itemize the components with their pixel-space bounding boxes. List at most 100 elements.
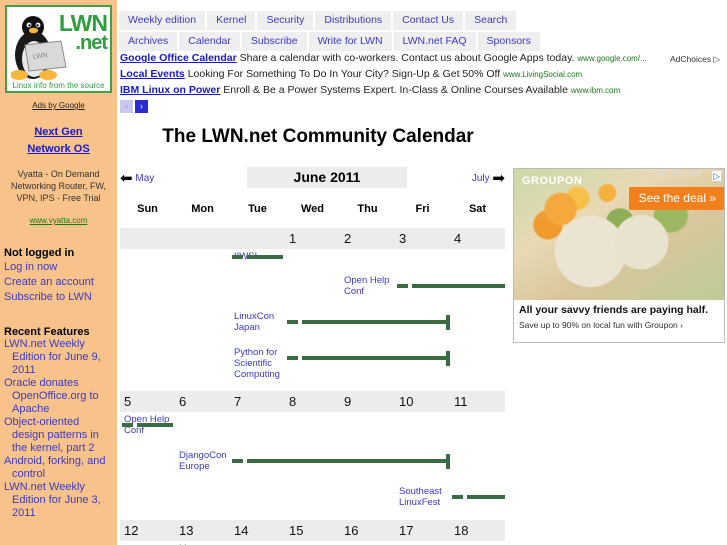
day-cell[interactable]: 17 <box>395 520 450 541</box>
nav-item-write-for-lwn[interactable]: Write for LWN <box>308 32 392 51</box>
day-number-row: 12 13 14 15 16 17 18 <box>120 520 505 541</box>
event-label[interactable]: LinuxCon Japan <box>234 311 283 333</box>
page-root: LWN LWN .net Linux info from the source … <box>0 0 727 545</box>
adchoices-icon[interactable]: ▷ <box>712 171 721 181</box>
text-ad-url[interactable]: www.ibm.com <box>571 86 620 95</box>
nav-row-secondary: Archives Calendar Subscribe Write for LW… <box>119 32 719 51</box>
event-bar <box>137 423 173 427</box>
ads-by-google-label[interactable]: Ads by Google <box>0 101 117 110</box>
calendar-event: Python for Scientific Computing <box>120 345 505 391</box>
nav-item-kernel[interactable]: Kernel <box>207 11 256 30</box>
sidebar-link-create-account[interactable]: Create an account <box>4 275 117 289</box>
day-cell[interactable]: 7 <box>230 391 285 412</box>
feature-link[interactable]: LWN.net Weekly Edition for June 3, 2011 <box>4 481 117 520</box>
day-cell[interactable]: 6 <box>175 391 230 412</box>
feature-link[interactable]: LWN.net Weekly Edition for June 9, 2011 <box>4 338 117 377</box>
event-label[interactable]: Python for Scientific Computing <box>234 347 283 380</box>
event-bar <box>412 284 505 288</box>
sidebar-ad-body: Vyatta - On Demand Networking Router, FW… <box>10 169 107 203</box>
see-the-deal-button[interactable]: See the deal » <box>628 187 724 210</box>
day-cell-empty <box>230 228 285 249</box>
day-cell[interactable]: 16 <box>340 520 395 541</box>
nav-item-distributions[interactable]: Distributions <box>315 11 392 30</box>
day-cell[interactable]: 5 <box>120 391 175 412</box>
day-cell[interactable]: 3 <box>395 228 450 249</box>
text-ad-item[interactable]: Local Events Looking For Something To Do… <box>120 67 720 82</box>
day-cell[interactable]: 14 <box>230 520 285 541</box>
day-cell[interactable]: 9 <box>340 391 395 412</box>
day-cell[interactable]: 4 <box>450 228 505 249</box>
sidebar-ad-url[interactable]: www.vyatta.com <box>0 216 117 225</box>
next-ad-icon[interactable]: › <box>135 100 148 113</box>
event-end-cap <box>446 351 450 366</box>
event-label[interactable]: Open Help Conf <box>344 275 393 297</box>
banner-ad-caption: All your savvy friends are paying half. … <box>514 300 724 342</box>
text-ad-item[interactable]: IBM Linux on Power Enroll & Be a Power S… <box>120 83 720 98</box>
day-cell[interactable]: 2 <box>340 228 395 249</box>
event-label[interactable]: DjangoCon Europe <box>179 450 228 472</box>
calendar-event: DjangoCon Europe <box>120 448 505 484</box>
next-month-button[interactable]: July ➡ <box>472 169 505 187</box>
day-cell[interactable]: 12 <box>120 520 175 541</box>
dow-sun: Sun <box>137 203 158 215</box>
adchoices-link[interactable]: AdChoices ▷ <box>670 54 720 65</box>
event-bar <box>247 459 448 463</box>
feature-link[interactable]: Object-oriented design patterns in the k… <box>4 416 117 455</box>
day-cell-empty <box>120 228 175 249</box>
calendar-week: 12131415161718Linux SymposiumSoutheast L… <box>120 520 505 545</box>
nav-item-search[interactable]: Search <box>465 11 517 30</box>
text-ad-pager: ‹ › AdChoices ▷ <box>120 54 720 113</box>
day-number-row: 5 6 7 8 9 10 11 <box>120 391 505 412</box>
day-cell[interactable]: 15 <box>285 520 340 541</box>
banner-ad-headline: All your savvy friends are paying half. <box>519 304 709 316</box>
day-number-row: 1234 <box>120 228 505 249</box>
dow-tue: Tue <box>248 203 267 215</box>
event-bar <box>302 356 448 360</box>
prev-month-button[interactable]: ⬅ May <box>120 169 154 187</box>
text-ad-title[interactable]: Google Office Calendar <box>120 52 237 64</box>
day-cell[interactable]: 1 <box>285 228 340 249</box>
recent-features-heading: Recent Features <box>4 326 90 338</box>
dow-thu: Thu <box>357 203 378 215</box>
event-bar-segment <box>287 320 298 324</box>
nav-item-subscribe[interactable]: Subscribe <box>241 32 307 51</box>
nav-item-sponsors[interactable]: Sponsors <box>477 32 540 51</box>
text-ad-title[interactable]: Local Events <box>120 68 185 80</box>
nav-item-archives[interactable]: Archives <box>119 32 178 51</box>
banner-ad[interactable]: GROUPON © 2011 GROUPON ▷ See the deal » … <box>513 168 725 343</box>
site-logo[interactable]: LWN LWN .net Linux info from the source <box>5 5 112 93</box>
calendar-event: Linux Symposium <box>120 541 505 545</box>
text-ad-url[interactable]: www.LivingSocial.com <box>503 70 582 79</box>
dow-wed: Wed <box>300 203 325 215</box>
dow-sat: Sat <box>468 203 487 215</box>
sidebar-link-subscribe[interactable]: Subscribe to LWN <box>4 290 117 304</box>
feature-link[interactable]: Oracle donates OpenOffice.org to Apache <box>4 377 117 416</box>
day-cell[interactable]: 10 <box>395 391 450 412</box>
calendar-event: LinuxCon Japan <box>120 309 505 345</box>
logo-wordmark: LWN .net <box>58 10 108 54</box>
prev-ad-icon[interactable]: ‹ <box>120 100 133 113</box>
nav-item-calendar[interactable]: Calendar <box>179 32 240 51</box>
text-ad-title[interactable]: IBM Linux on Power <box>120 84 220 96</box>
event-bar-segment <box>232 459 243 463</box>
event-label[interactable]: Southeast LinuxFest <box>399 486 448 508</box>
day-cell[interactable]: 13 <box>175 520 230 541</box>
text-ad-url[interactable]: www.google.com/... <box>577 54 646 63</box>
day-cell[interactable]: 11 <box>450 391 505 412</box>
top-navigation: Weekly edition Kernel Security Distribut… <box>119 11 719 53</box>
day-cell[interactable]: 8 <box>285 391 340 412</box>
nav-item-contact-us[interactable]: Contact Us <box>393 11 464 30</box>
sidebar-ad-title[interactable]: Next Gen Network OS <box>0 124 117 158</box>
text-ad-item[interactable]: Google Office Calendar Share a calendar … <box>120 51 720 66</box>
arrow-right-icon: ➡ <box>492 170 505 187</box>
feature-link[interactable]: Android, forking, and control <box>4 455 117 481</box>
nav-item-security[interactable]: Security <box>257 11 314 30</box>
calendar-event: Open Help Conf <box>120 412 505 448</box>
nav-item-faq[interactable]: LWN.net FAQ <box>393 32 476 51</box>
sidebar-link-login[interactable]: Log in now <box>4 260 117 274</box>
nav-item-weekly-edition[interactable]: Weekly edition <box>119 11 206 30</box>
dow-fri: Fri <box>415 203 430 215</box>
event-bar-segment <box>452 495 463 499</box>
calendar-weeks: 1234IIWSLOpen Help ConfLinuxCon JapanPyt… <box>120 228 505 545</box>
day-cell[interactable]: 18 <box>450 520 505 541</box>
